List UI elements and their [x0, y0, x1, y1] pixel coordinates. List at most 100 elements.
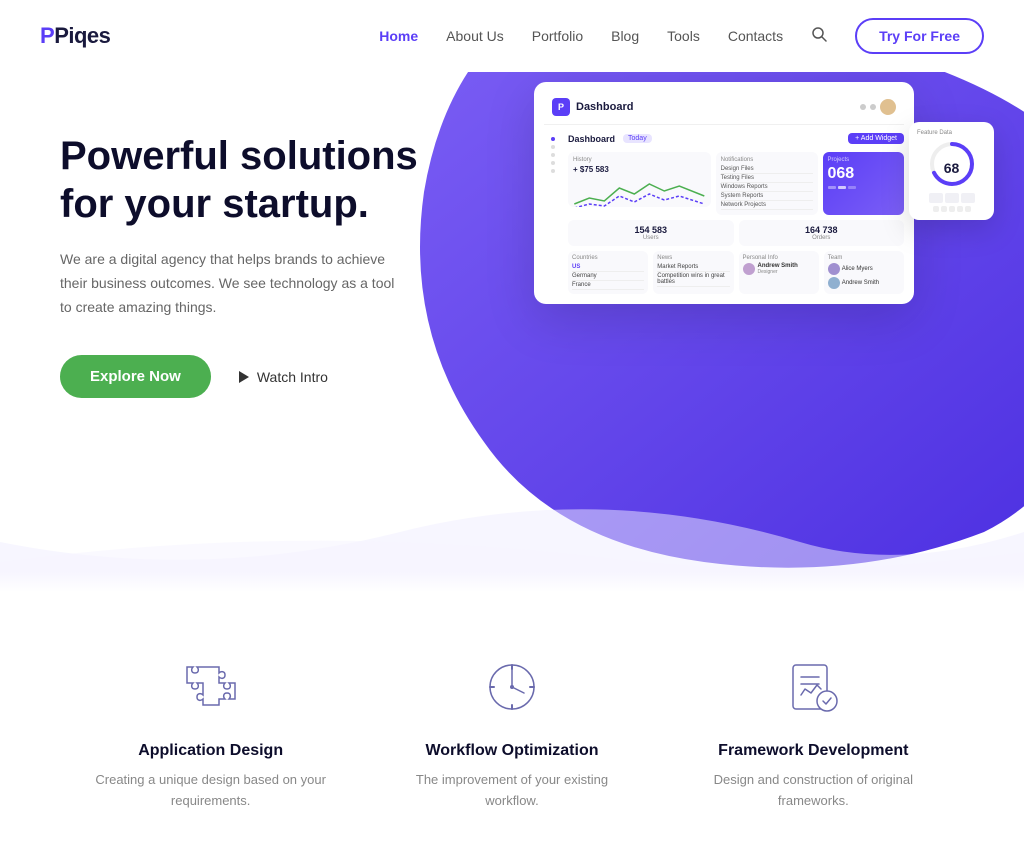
nav-tools[interactable]: Tools [667, 28, 700, 44]
dashboard-title: Dashboard [576, 101, 633, 113]
feature-desc-app-design: Creating a unique design based on your r… [91, 770, 331, 812]
bw-team: Team Alice Myers Andrew Smith [824, 251, 904, 294]
phone-dot-1 [933, 206, 939, 212]
phone-dot-5 [965, 206, 971, 212]
dash-header-controls [860, 99, 896, 115]
feature-workflow: Workflow Optimization The improvement of… [392, 652, 632, 812]
chart-svg [573, 176, 706, 207]
dash-tb-tag: Today [623, 134, 652, 143]
dash-dot2 [870, 104, 876, 110]
feature-desc-framework: Design and construction of original fram… [693, 770, 933, 812]
proj-bar-2 [838, 186, 846, 189]
phone-box-3 [961, 193, 975, 203]
nav-portfolio[interactable]: Portfolio [532, 28, 583, 44]
watch-intro-button[interactable]: Watch Intro [239, 369, 328, 385]
stat-orders-label: Orders [744, 235, 900, 241]
stats-row: 154 583 Users 164 738 Orders [568, 220, 904, 246]
section-divider [0, 572, 1024, 592]
notif-2: Testing Files [721, 174, 813, 183]
nav-home[interactable]: Home [379, 28, 418, 44]
search-icon[interactable] [811, 26, 827, 47]
phone-box-1 [929, 193, 943, 203]
side-dot-5 [551, 169, 555, 173]
puzzle-icon [181, 657, 241, 717]
side-dot-4 [551, 161, 555, 165]
watch-intro-label: Watch Intro [257, 369, 328, 385]
projects-widget: Projects 068 [823, 152, 905, 215]
proj-bar-3 [848, 186, 856, 189]
history-label: History [573, 157, 706, 163]
dash-logo: P [552, 98, 570, 116]
workflow-icon [477, 652, 547, 722]
team-avatar-1 [828, 263, 840, 275]
phone-gauge: 68 [927, 139, 977, 189]
proj-bar-1 [828, 186, 836, 189]
side-dot-1 [551, 137, 555, 141]
feature-framework: Framework Development Design and constru… [693, 652, 933, 812]
stat-orders-val: 164 738 [744, 225, 900, 235]
phone-number: 68 [927, 160, 977, 176]
hero-wave [0, 502, 1024, 572]
add-widget-btn[interactable]: + Add Widget [848, 133, 904, 144]
team-avatar-2 [828, 277, 840, 289]
dash-top-bar: Dashboard Today + Add Widget [568, 133, 904, 144]
framework-icon [778, 652, 848, 722]
nav-blog[interactable]: Blog [611, 28, 639, 44]
hero-actions: Explore Now Watch Intro [60, 355, 420, 398]
side-dot-2 [551, 145, 555, 149]
stat-orders: 164 738 Orders [739, 220, 905, 246]
dashboard-mockup: P Dashboard [534, 82, 994, 304]
stat-users-label: Users [573, 235, 729, 241]
phone-mockup: Feature Data 68 [909, 122, 994, 220]
chart-document-icon [783, 657, 843, 717]
stat-users-val: 154 583 [573, 225, 729, 235]
clock-icon [482, 657, 542, 717]
notif-3: Windows Reports [721, 183, 813, 192]
notif-4: System Reports [721, 192, 813, 201]
phone-box-2 [945, 193, 959, 203]
phone-boxes [917, 193, 986, 203]
notifications-widget: Notifications Design Files Testing Files… [716, 152, 818, 215]
hero-content: Powerful solutions for your startup. We … [0, 72, 480, 438]
nav-contacts[interactable]: Contacts [728, 28, 783, 44]
dashboard-card: P Dashboard [534, 82, 914, 304]
nav-about[interactable]: About Us [446, 28, 504, 44]
hero-section: Powerful solutions for your startup. We … [0, 72, 1024, 572]
logo[interactable]: PPiqes [40, 23, 110, 49]
phone-dot-3 [949, 206, 955, 212]
feature-desc-workflow: The improvement of your existing workflo… [392, 770, 632, 812]
phone-footer-dots [917, 206, 986, 212]
main-nav: Home About Us Portfolio Blog Tools Conta… [379, 18, 984, 54]
try-free-button[interactable]: Try For Free [855, 18, 984, 54]
header: PPiqes Home About Us Portfolio Blog Tool… [0, 0, 1024, 72]
projects-label: Projects [828, 157, 900, 163]
bw-news: News Market Reports Competition wins in … [653, 251, 733, 294]
notif-1: Design Files [721, 165, 813, 174]
dashboard-main: Dashboard Today + Add Widget History + $… [568, 133, 904, 294]
dashboard-header: P Dashboard [544, 92, 904, 125]
app-design-icon [176, 652, 246, 722]
history-chart: History + $75 583 [568, 152, 711, 207]
dashboard-body: Dashboard Today + Add Widget History + $… [544, 133, 904, 294]
bw-personal: Personal Info Andrew Smith Designer [739, 251, 819, 294]
dash-sidebar [544, 133, 562, 294]
phone-dot-2 [941, 206, 947, 212]
dash-tb-title: Dashboard [568, 134, 615, 144]
history-value: + $75 583 [573, 165, 706, 174]
bw-countries: Countries US Germany France [568, 251, 648, 294]
notif-5: Network Projects [721, 201, 813, 210]
phone-label: Feature Data [917, 130, 986, 136]
explore-now-button[interactable]: Explore Now [60, 355, 211, 398]
phone-dot-4 [957, 206, 963, 212]
play-icon [239, 371, 249, 383]
hero-subtitle: We are a digital agency that helps brand… [60, 248, 400, 319]
bottom-widgets: Countries US Germany France News Market … [568, 251, 904, 294]
projects-number: 068 [828, 165, 900, 183]
stat-users: 154 583 Users [568, 220, 734, 246]
side-dot-3 [551, 153, 555, 157]
bw-avatar-1 [743, 263, 755, 275]
dash-dot1 [860, 104, 866, 110]
notif-label: Notifications [721, 157, 813, 163]
features-section: Application Design Creating a unique des… [0, 592, 1024, 852]
hero-title: Powerful solutions for your startup. [60, 132, 420, 228]
